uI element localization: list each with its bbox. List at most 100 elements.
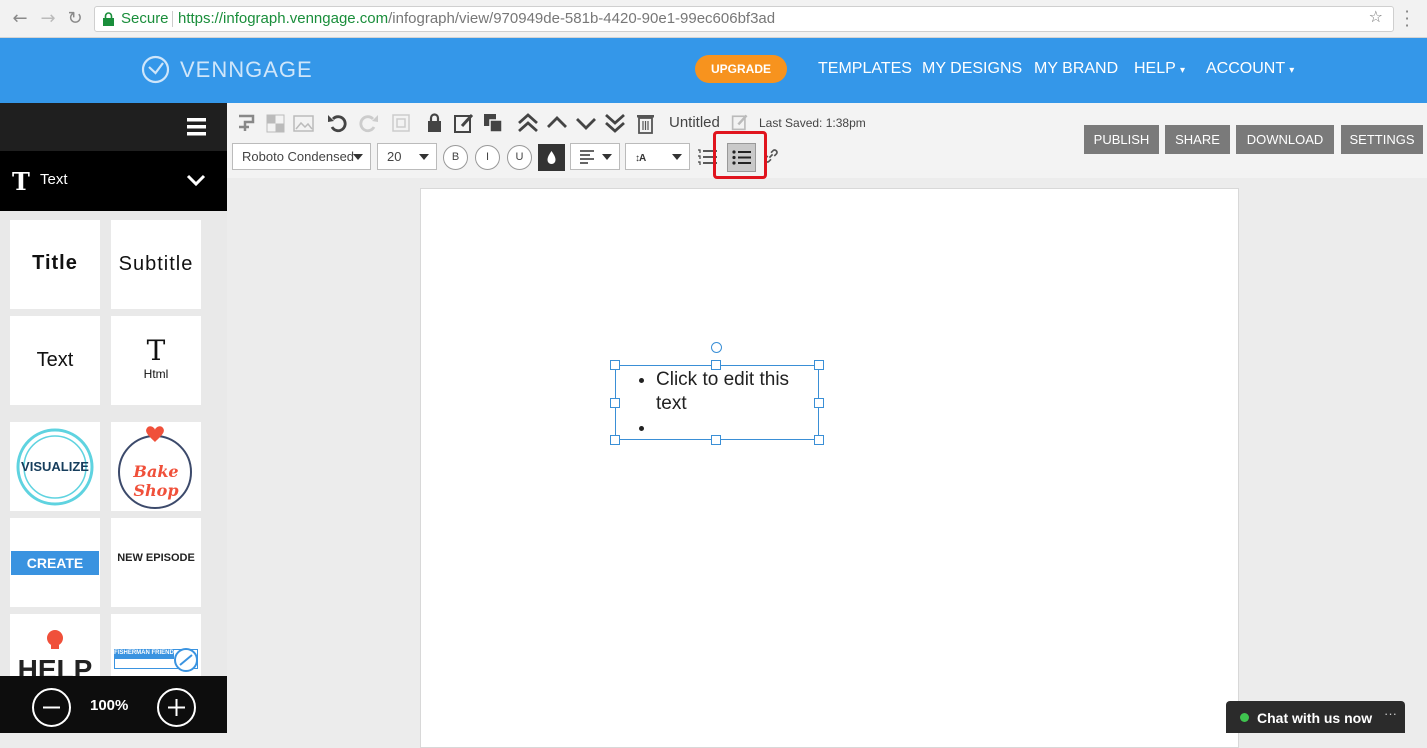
resize-handle-sw[interactable] (610, 435, 620, 445)
tile-text-label: Text (36, 349, 74, 371)
nav-my-brand[interactable]: MY BRAND (1034, 60, 1118, 78)
text-align-select[interactable] (570, 143, 620, 170)
forward-icon[interactable]: → (37, 8, 59, 30)
duplicate-icon[interactable] (482, 112, 504, 134)
resize-handle-nw[interactable] (610, 360, 620, 370)
image-icon[interactable] (293, 112, 315, 134)
text-category-icon: T (12, 167, 30, 196)
chat-widget[interactable]: Chat with us now ··· (1226, 701, 1405, 733)
logo-clock-icon (141, 55, 170, 84)
edit-icon[interactable] (453, 112, 475, 134)
send-backward-icon[interactable] (575, 112, 597, 134)
document-title[interactable]: Untitled (669, 114, 720, 131)
tile-new-episode[interactable]: NEW EPISODE (111, 518, 201, 607)
browser-menu-icon[interactable]: · · · (1403, 4, 1411, 34)
chevron-down-icon: ▾ (1179, 65, 1185, 76)
bring-forward-icon[interactable] (546, 112, 568, 134)
tile-subtitle-label: Subtitle (118, 253, 194, 275)
nav-templates[interactable]: TEMPLATES (818, 60, 912, 78)
bookmark-star-icon[interactable]: ☆ (1369, 7, 1383, 26)
hamburger-menu-icon[interactable] (187, 117, 206, 136)
resize-handle-w[interactable] (610, 398, 620, 408)
upgrade-button[interactable]: UPGRADE (695, 55, 787, 83)
redo-icon[interactable] (357, 112, 379, 134)
list-item-empty[interactable] (656, 416, 806, 440)
italic-button[interactable]: I (475, 145, 500, 170)
tile-html[interactable]: T Html (111, 316, 201, 405)
publish-button[interactable]: PUBLISH (1084, 125, 1159, 154)
underline-button[interactable]: U (507, 145, 532, 170)
trash-icon[interactable] (635, 112, 657, 134)
tile-create-label: CREATE (26, 555, 84, 571)
chevron-down-icon (672, 154, 682, 160)
download-button[interactable]: DOWNLOAD (1236, 125, 1334, 154)
back-icon[interactable]: ← (9, 8, 31, 30)
font-family-select[interactable]: Roboto Condensed (232, 143, 371, 170)
tile-help-label: HELP (17, 654, 93, 676)
chevron-down-icon (419, 154, 429, 160)
bullet-list: Click to edit this text (656, 368, 806, 440)
zoom-in-button[interactable] (157, 688, 196, 727)
tile-visualize-label: VISUALIZE (21, 459, 89, 474)
fishing-hook-icon (174, 648, 198, 672)
nav-account[interactable]: ACCOUNT ▾ (1206, 60, 1294, 78)
zoom-out-button[interactable] (32, 688, 71, 727)
url-host: https://infograph.venngage.com (178, 10, 389, 27)
tile-subtitle[interactable]: Subtitle (111, 220, 201, 309)
resize-handle-se[interactable] (814, 435, 824, 445)
resize-handle-n[interactable] (711, 360, 721, 370)
bring-to-front-icon[interactable] (517, 112, 539, 134)
nav-account-label: ACCOUNT (1206, 60, 1285, 77)
rotate-handle[interactable] (711, 342, 722, 353)
selected-text-box[interactable]: Click to edit this text (615, 365, 819, 440)
category-selector[interactable]: T Text (0, 151, 227, 211)
settings-button[interactable]: SETTINGS (1341, 125, 1423, 154)
list-item[interactable]: Click to edit this text (656, 368, 806, 416)
bold-button[interactable]: B (443, 145, 468, 170)
text-color-button[interactable] (538, 144, 565, 171)
design-canvas[interactable] (420, 188, 1239, 748)
letter-spacing-icon: ↕A (635, 153, 646, 164)
minus-icon (43, 706, 60, 709)
nav-help[interactable]: HELP ▾ (1134, 60, 1185, 78)
undo-icon[interactable] (327, 112, 349, 134)
tile-help[interactable]: HELP (10, 614, 100, 676)
browser-toolbar: ← → ↻ Secure https://infograph.venngage.… (0, 0, 1427, 38)
address-bar[interactable]: Secure https://infograph.venngage.com/in… (94, 6, 1394, 32)
font-size-select[interactable]: 20 (377, 143, 437, 170)
tile-fisherman-friend[interactable]: FISHERMAN FRIEND (111, 614, 201, 676)
online-status-icon (1240, 713, 1249, 722)
tile-create[interactable]: CREATE (10, 518, 100, 607)
lock-icon (103, 12, 114, 26)
transparency-icon[interactable] (265, 112, 287, 134)
tile-visualize[interactable]: VISUALIZE (10, 422, 100, 511)
tile-html-label: Html (143, 367, 169, 381)
tile-text[interactable]: Text (10, 316, 100, 405)
top-nav: VENNGAGE UPGRADE TEMPLATES MY DESIGNS MY… (0, 38, 1427, 103)
share-button[interactable]: SHARE (1165, 125, 1230, 154)
url-text: https://infograph.venngage.com/infograph… (178, 7, 775, 31)
plus-icon (168, 699, 185, 716)
resize-handle-ne[interactable] (814, 360, 824, 370)
send-to-back-icon[interactable] (604, 112, 626, 134)
brand-name: VENNGAGE (180, 56, 313, 82)
format-painter-icon[interactable] (236, 112, 258, 134)
reload-icon[interactable]: ↻ (64, 8, 86, 30)
left-panel: T Text Title Subtitle Text T Html VISUAL… (0, 103, 227, 733)
zoom-level: 100% (90, 697, 129, 714)
lock-icon[interactable] (424, 112, 446, 134)
bullet-list-highlight (713, 131, 767, 179)
nav-my-designs[interactable]: MY DESIGNS (922, 60, 1022, 78)
crop-icon[interactable] (390, 112, 412, 134)
rename-icon[interactable] (731, 113, 749, 131)
tile-bake-shop[interactable]: Bake Shop (111, 422, 201, 511)
more-icon[interactable]: ··· (1384, 706, 1397, 721)
resize-handle-e[interactable] (814, 398, 824, 408)
line-spacing-select[interactable]: ↕A (625, 143, 690, 170)
resize-handle-s[interactable] (711, 435, 721, 445)
tile-title[interactable]: Title (10, 220, 100, 309)
venngage-logo[interactable]: VENNGAGE (141, 55, 313, 84)
chevron-down-icon (602, 154, 612, 160)
text-template-grid: Title Subtitle Text T Html VISUALIZE Bak… (10, 220, 210, 676)
url-path: /infograph/view/970949de-581b-4420-90e1-… (388, 10, 776, 27)
